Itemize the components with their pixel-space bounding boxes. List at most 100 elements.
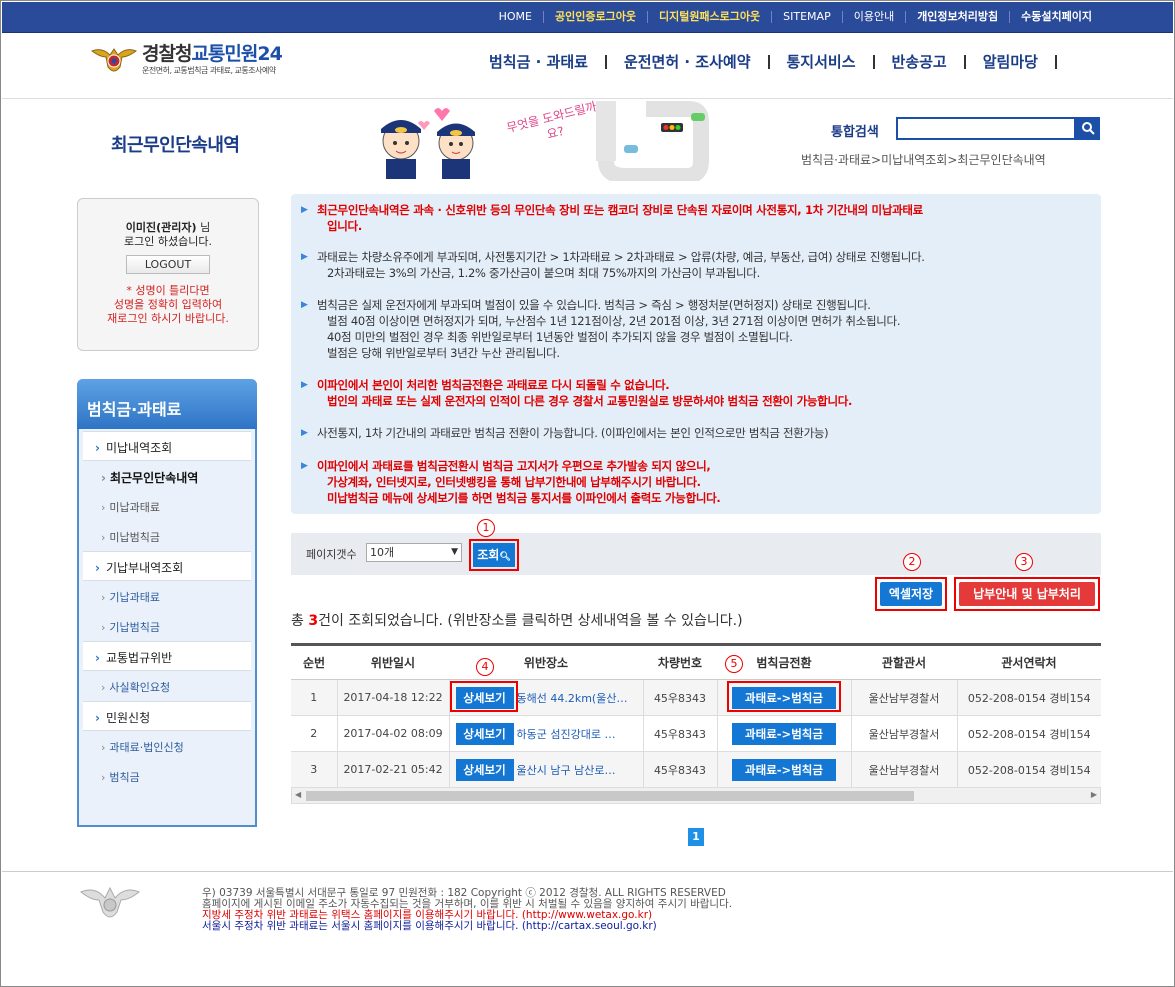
result-count: 총 3건이 조회되었습니다. (위반장소를 클릭하면 상세내역을 볼 수 있습니… <box>291 610 743 630</box>
col-office: 관할관서 <box>851 644 957 680</box>
cell-convert: 과태료->범칙금 <box>716 751 851 788</box>
scroll-right-icon[interactable]: ▶ <box>1091 790 1097 799</box>
convert-button[interactable]: 과태료->범칙금 <box>732 758 836 781</box>
annotation-marker-2: 2 <box>903 553 921 571</box>
table-horizontal-scrollbar[interactable]: ◀ ▶ <box>291 787 1101 804</box>
gnb-notification[interactable]: 통지서비스 <box>770 55 875 70</box>
sidebar-item-civil-request[interactable]: 민원신청 <box>83 701 251 731</box>
scroll-left-icon[interactable]: ◀ <box>295 790 301 799</box>
sidebar-item-unpaid-penalty[interactable]: 미납범칙금 <box>79 521 255 551</box>
info-text: 법인의 과태료 또는 실제 운전자의 인적이 다른 경우 경찰서 교통민원실로 … <box>327 394 853 408</box>
info-text: 벌점은 당해 위반일로부터 3년간 누산 관리됩니다. <box>327 346 560 360</box>
cert-logout-link[interactable]: 공인인증로그아웃 <box>544 11 648 23</box>
sidebar-item-paid-penalty[interactable]: 기납범칙금 <box>79 611 255 641</box>
table-row: 1 2017-04-18 12:22 상세보기 동해선 44.2km(울산… 45… <box>291 679 1101 716</box>
annotation-box-2 <box>875 577 947 611</box>
top-utility-bar: HOME 공인인증로그아웃 디지털원패스로그아웃 SITEMAP 이용안내 개인… <box>2 2 1173 33</box>
login-box: 이미진(관리자) 님 로그인 하셨습니다. LOGOUT * 성명이 틀리다면 성… <box>77 198 259 351</box>
sidebar-item-traffic-violation[interactable]: 교통법규위반 <box>83 641 251 671</box>
page-size-label: 페이지갯수 <box>306 548 357 561</box>
info-text: 이파인에서 과태료를 범칙금전환시 범칙금 고지서가 우편으로 추가발송 되지 … <box>317 459 711 473</box>
sidebar-item-unpaid[interactable]: 미납내역조회 <box>83 431 251 461</box>
search-input[interactable] <box>896 117 1076 140</box>
footer-seoul-notice: 서울시 주정차 위반 과태료는 서울시 홈페이지를 이용해주시기 바랍니다. (… <box>202 920 657 932</box>
cell-car: 45우8343 <box>642 715 717 752</box>
cell-office: 울산남부경찰서 <box>850 679 957 716</box>
sidebar-item-paid[interactable]: 기납부내역조회 <box>83 551 251 581</box>
info-text: 40점 미만의 벌점인 경우 최종 위반일로부터 1년동안 벌점이 추가되지 않… <box>327 330 793 344</box>
info-item: 이파인에서 본인이 처리한 범칙금전환은 과태료로 다시 되돌릴 수 없습니다.… <box>301 377 852 409</box>
info-text: 벌점 40점 이상이면 면허정지가 되며, 누산점수 1년 121점이상, 2년… <box>327 314 901 328</box>
result-count-number: 3 <box>308 613 319 629</box>
col-phone: 관서연락처 <box>957 644 1101 680</box>
gnb-fine[interactable]: 범칙금 · 과태료 <box>472 55 607 70</box>
sidebar-item-unpaid-fine[interactable]: 미납과태료 <box>79 491 255 521</box>
login-warning-line3: 재로그인 하시기 바랍니다. <box>107 312 229 325</box>
guide-link[interactable]: 이용안내 <box>843 11 907 23</box>
annotation-marker-5: 5 <box>725 655 743 673</box>
site-header: 경찰청교통민원24 운전면허, 교통범칙금 과태료, 교통조사예약 범칙금 · … <box>2 33 1173 99</box>
page-size-select[interactable]: 10개 ▼ <box>366 543 462 562</box>
search-icon <box>1082 122 1095 135</box>
gnb-license[interactable]: 운전면허 · 조사예약 <box>607 55 770 70</box>
cell-datetime: 2017-04-02 08:09 <box>336 715 449 752</box>
sidebar-item-corp-request[interactable]: 과태료·법인신청 <box>79 731 255 761</box>
info-text: 2차과태료는 3%의 가산금, 1.2% 중가산금이 붙으며 최대 75%까지의… <box>327 266 760 280</box>
cell-car: 45우8343 <box>642 679 717 716</box>
privacy-link[interactable]: 개인정보처리방침 <box>906 11 1011 23</box>
info-text: 미납범칙금 메뉴에 상세보기를 하면 범칙금 통지서를 이파인에서 출력도 가능… <box>327 491 721 505</box>
info-text: 이파인에서 본인이 처리한 범칙금전환은 과태료로 다시 되돌릴 수 없습니다. <box>317 378 670 392</box>
detail-button[interactable]: 상세보기 <box>455 722 514 745</box>
annotation-box-4 <box>450 681 518 712</box>
info-text: 가상계좌, 인터넷지로, 인터넷뱅킹을 통해 납부기한내에 납부해주시기 바랍니… <box>327 475 701 489</box>
cell-office: 울산남부경찰서 <box>850 715 957 752</box>
info-item: 이파인에서 과태료를 범칙금전환시 범칙금 고지서가 우편으로 추가발송 되지 … <box>301 458 721 506</box>
info-item: 최근무인단속내역은 과속 · 신호위반 등의 무인단속 장비 또는 캠코더 장비… <box>301 202 923 234</box>
sidebar-item-paid-fine[interactable]: 기납과태료 <box>79 581 255 611</box>
col-datetime: 위반일시 <box>337 644 449 680</box>
scrollbar-thumb[interactable] <box>306 791 914 801</box>
site-logo[interactable]: 경찰청교통민원24 운전면허, 교통범칙금 과태료, 교통조사예약 <box>90 43 283 79</box>
cell-no: 3 <box>291 751 337 788</box>
annotation-box-1 <box>469 539 519 571</box>
gnb-notice-board[interactable]: 알림마당 <box>966 55 1057 70</box>
cell-place: 상세보기 하동군 섬진강대로 … <box>448 715 643 752</box>
info-text: 입니다. <box>327 219 362 233</box>
info-text: 최근무인단속내역은 과속 · 신호위반 등의 무인단속 장비 또는 캠코더 장비… <box>317 203 923 217</box>
logo-subtitle: 운전면허, 교통범칙금 과태료, 교통조사예약 <box>142 66 276 75</box>
sidebar-menu: 범칙금·과태료 미납내역조회 최근무인단속내역 미납과태료 미납범칙금 기납부내… <box>77 379 257 827</box>
chevron-down-icon: ▼ <box>451 547 458 557</box>
logo-title-service: 교통민원24 <box>191 43 282 65</box>
page-number-current[interactable]: 1 <box>688 828 704 846</box>
user-name-suffix: 님 <box>200 221 211 234</box>
place-link[interactable]: 동해선 44.2km(울산… <box>517 692 628 705</box>
digital-logout-link[interactable]: 디지털원패스로그아웃 <box>648 11 773 23</box>
detail-button[interactable]: 상세보기 <box>455 758 514 781</box>
manual-install-link[interactable]: 수동설치페이지 <box>1010 11 1103 23</box>
annotation-marker-1: 1 <box>477 519 495 537</box>
result-suffix: 건이 조회되었습니다. (위반장소를 클릭하면 상세내역을 볼 수 있습니다.) <box>318 613 743 629</box>
annotation-box-5 <box>727 681 841 712</box>
login-status: 로그인 하셨습니다. <box>124 235 212 248</box>
sidebar-item-recent-enforcement[interactable]: 최근무인단속내역 <box>79 461 255 491</box>
sitemap-link[interactable]: SITEMAP <box>772 11 843 23</box>
gnb-return-notice[interactable]: 반송공고 <box>875 55 966 70</box>
cell-no: 1 <box>291 679 337 716</box>
place-link[interactable]: 하동군 섬진강대로 … <box>517 728 616 741</box>
logout-button[interactable]: LOGOUT <box>126 255 210 274</box>
cell-phone: 052-208-0154 경비154 <box>956 679 1101 716</box>
sidebar-item-penalty[interactable]: 범칙금 <box>79 761 255 791</box>
col-no: 순번 <box>291 644 337 680</box>
home-link[interactable]: HOME <box>488 11 544 23</box>
cell-phone: 052-208-0154 경비154 <box>956 751 1101 788</box>
convert-button[interactable]: 과태료->범칙금 <box>732 722 836 745</box>
place-link[interactable]: 울산시 남구 남산로… <box>517 764 616 777</box>
sidebar-item-fact-check[interactable]: 사실확인요청 <box>79 671 255 701</box>
search-button[interactable] <box>1076 117 1100 140</box>
login-warning-line2: 성명을 정확히 입력하여 <box>113 298 223 311</box>
login-warning-line1: * 성명이 틀리다면 <box>126 284 210 297</box>
logo-title-main: 경찰청 <box>142 43 192 65</box>
user-name: 이미진(관리자) <box>125 221 197 234</box>
cell-place: 상세보기 울산시 남구 남산로… <box>448 751 643 788</box>
site-footer: 우) 03739 서울특별시 서대문구 통일로 97 민원전화 : 182 Co… <box>2 871 1173 986</box>
